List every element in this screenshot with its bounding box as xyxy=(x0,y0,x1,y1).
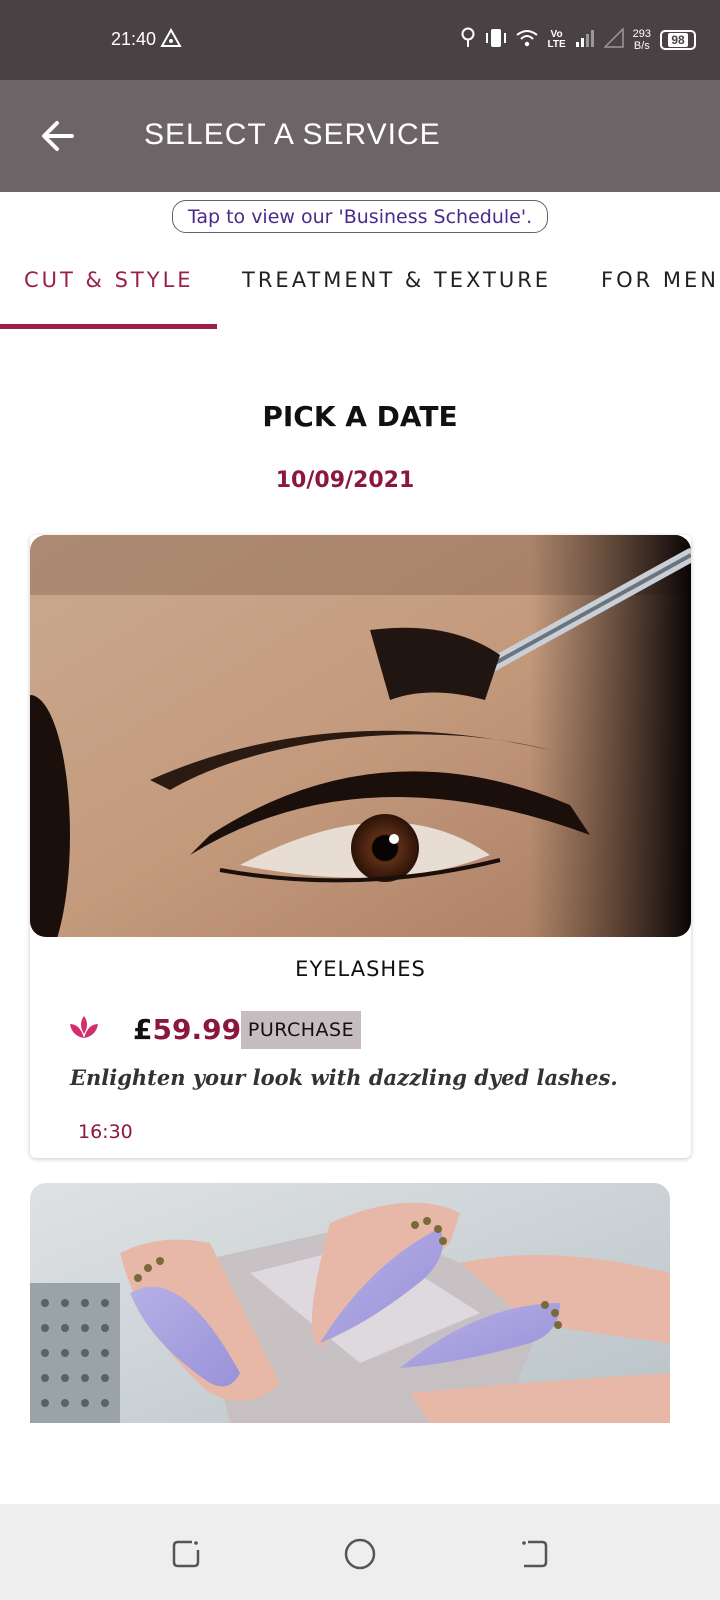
app-bar: SELECT A SERVICE xyxy=(0,80,720,192)
bulb-icon xyxy=(460,27,476,53)
wifi-icon xyxy=(516,29,539,51)
service-image xyxy=(30,535,691,937)
lte-label: LTE xyxy=(547,39,566,50)
selected-date[interactable]: 10/09/2021 xyxy=(0,468,690,493)
category-tabs: CUT & STYLE TREATMENT & TEXTURE FOR MEN xyxy=(0,254,720,330)
tab-for-men[interactable]: FOR MEN xyxy=(601,268,719,292)
recents-icon[interactable] xyxy=(166,1534,206,1574)
service-price: £59.99 xyxy=(133,1013,241,1046)
speed-value: 293 xyxy=(632,28,651,40)
tab-treatment-and-texture[interactable]: TREATMENT & TEXTURE xyxy=(242,268,551,292)
battery-icon: 98 xyxy=(660,30,696,50)
back-gesture-icon[interactable] xyxy=(514,1534,554,1574)
arrow-left-icon xyxy=(42,121,74,151)
service-name: EYELASHES xyxy=(295,957,426,981)
volte-indicator: Vo LTE xyxy=(547,30,565,50)
service-card[interactable]: EYELASHES £59.99 PURCHASE Enlighten your… xyxy=(30,535,691,1158)
battery-level: 98 xyxy=(668,33,688,47)
signal-empty-icon xyxy=(602,27,624,52)
service-description: Enlighten your look with dazzling dyed l… xyxy=(70,1065,618,1090)
status-icons: Vo LTE 293 B/s 98 xyxy=(460,22,696,58)
lotus-icon xyxy=(68,1014,100,1046)
active-tab-indicator xyxy=(0,324,217,329)
signal-icon xyxy=(575,28,595,52)
business-schedule-link[interactable]: Tap to view our 'Business Schedule'. xyxy=(172,200,548,233)
purchase-button[interactable]: PURCHASE xyxy=(241,1011,361,1049)
network-speed: 293 B/s xyxy=(633,28,651,52)
speed-unit: B/s xyxy=(633,40,650,52)
home-icon[interactable] xyxy=(340,1534,380,1574)
price-currency: £ xyxy=(133,1013,153,1046)
vibrate-icon xyxy=(485,27,507,53)
status-bar: 21:40 Vo LTE 293 B/s 98 xyxy=(0,0,720,80)
tab-cut-and-style[interactable]: CUT & STYLE xyxy=(24,268,194,292)
alert-triangle-icon xyxy=(160,27,182,52)
page-title: SELECT A SERVICE xyxy=(144,118,441,151)
status-time: 21:40 xyxy=(111,29,157,49)
service-card-2-image[interactable] xyxy=(30,1183,670,1423)
price-amount: 59.99 xyxy=(152,1013,242,1046)
back-button[interactable] xyxy=(34,112,82,160)
pick-date-title: PICK A DATE xyxy=(262,400,458,433)
service-time: 16:30 xyxy=(78,1121,133,1143)
system-nav-bar xyxy=(0,1504,720,1600)
